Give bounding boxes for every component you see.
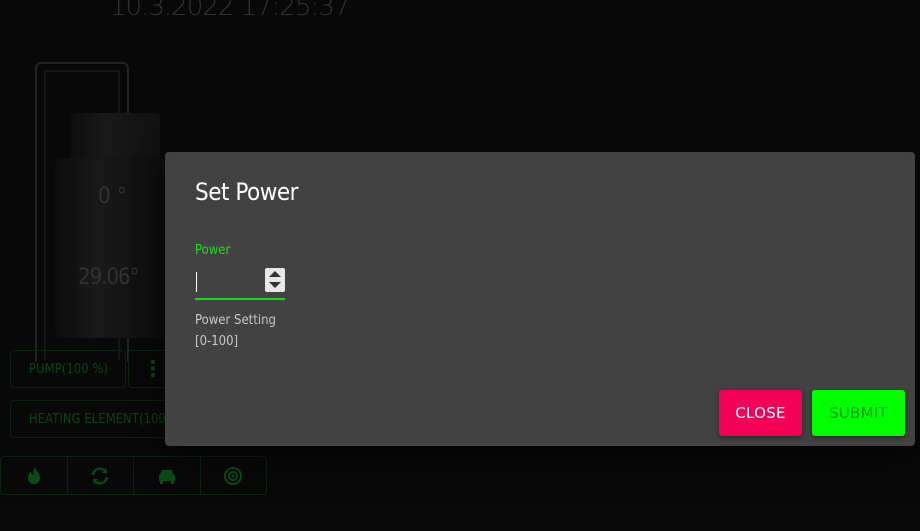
text-caret <box>196 272 197 292</box>
close-button[interactable]: CLOSE <box>719 390 802 436</box>
app-root: 10.3.2022 17:25:37 0 ° 29.06° PUMP(100 %… <box>0 0 920 531</box>
submit-button[interactable]: SUBMIT <box>812 390 905 436</box>
power-field[interactable] <box>195 266 285 300</box>
power-field-label: Power <box>195 243 231 258</box>
stepper-up-icon[interactable] <box>269 271 281 277</box>
helper-line-2: [0-100] <box>195 334 239 349</box>
set-power-dialog: Set Power Power Power Setting [0-100] CL… <box>165 152 915 446</box>
number-stepper[interactable] <box>265 268 285 292</box>
power-helper-text: Power Setting [0-100] <box>195 310 276 352</box>
helper-line-1: Power Setting <box>195 313 276 328</box>
power-input[interactable] <box>195 266 264 298</box>
stepper-down-icon[interactable] <box>269 282 281 288</box>
dialog-title: Set Power <box>195 178 299 206</box>
